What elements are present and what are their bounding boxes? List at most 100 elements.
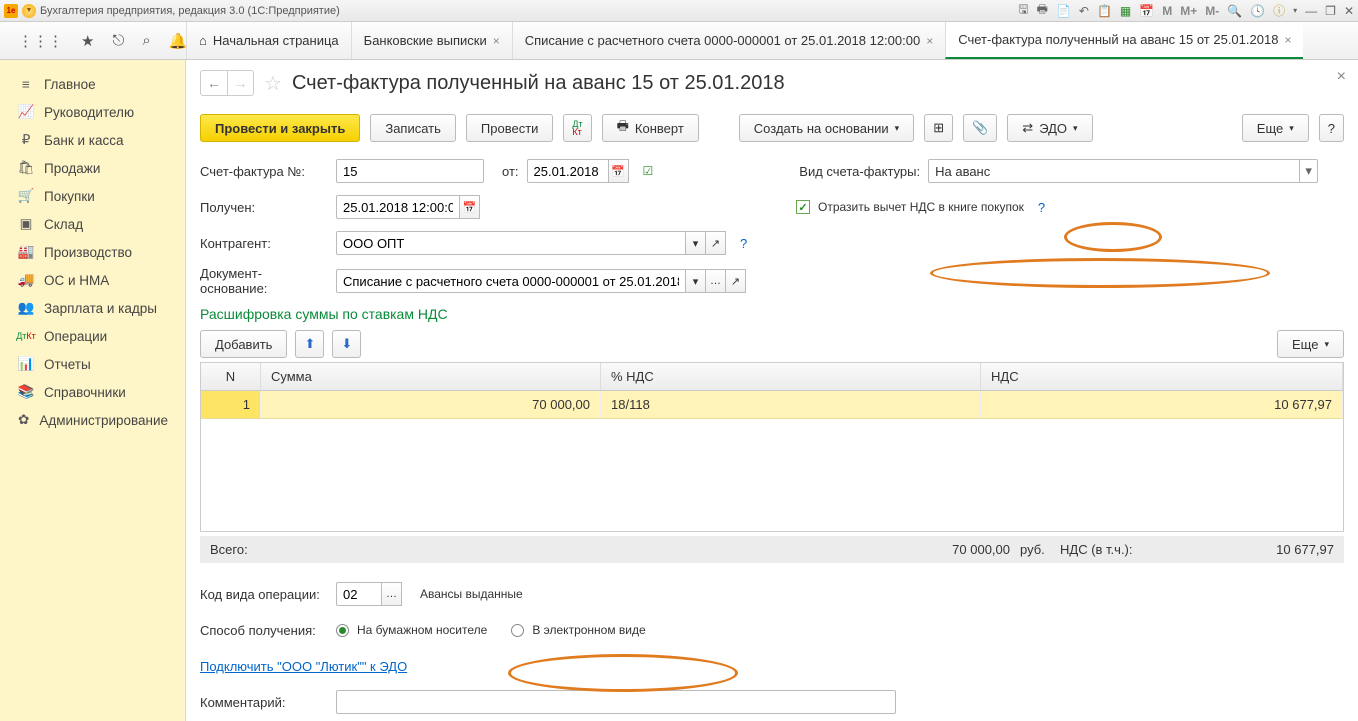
ellipsis-icon[interactable]: … <box>706 269 726 293</box>
ellipsis-icon[interactable]: … <box>382 582 402 606</box>
chevron-down-icon[interactable]: ▾ <box>686 269 706 293</box>
sidebar-item-operations[interactable]: ДтКтОперации <box>0 322 185 350</box>
radio-paper[interactable] <box>336 624 349 637</box>
calc-icon[interactable]: ▦ <box>1120 4 1131 18</box>
link-icon[interactable]: ⎋ <box>112 32 124 49</box>
col-sum[interactable]: Сумма <box>261 363 601 390</box>
app-logo: 1e <box>4 4 18 18</box>
back-icon[interactable]: ← <box>201 71 227 95</box>
calendar-icon[interactable]: 📅 <box>1139 4 1154 18</box>
chevron-down-icon[interactable]: ▾ <box>1299 160 1317 182</box>
help-button[interactable]: ? <box>1319 114 1344 142</box>
calendar-icon[interactable]: 📅 <box>460 195 480 219</box>
open-icon[interactable]: ↗ <box>706 231 726 255</box>
radio-electronic-label: В электронном виде <box>532 623 645 637</box>
received-input[interactable] <box>336 195 460 219</box>
button-label: Конверт <box>635 121 684 136</box>
sidebar-item-main[interactable]: ≡Главное <box>0 70 185 98</box>
app-menu-dropdown[interactable]: ▼ <box>22 4 36 18</box>
help-icon[interactable]: ? <box>1038 200 1045 215</box>
ruble-icon: ₽ <box>18 132 34 148</box>
tab-close-icon[interactable]: × <box>493 34 500 48</box>
sf-num-input[interactable] <box>336 159 484 183</box>
clock-icon[interactable]: 🕓 <box>1250 4 1265 18</box>
post-close-button[interactable]: Провести и закрыть <box>200 114 360 142</box>
print-icon[interactable]: 🖶 <box>1037 0 1048 21</box>
table-row[interactable]: 1 70 000,00 18/118 10 677,97 <box>201 391 1343 419</box>
sidebar-item-reports[interactable]: 📊Отчеты <box>0 350 185 378</box>
gear-icon: ✿ <box>18 412 29 428</box>
contragent-input[interactable] <box>336 231 686 255</box>
radio-electronic[interactable] <box>511 624 524 637</box>
dtct-button[interactable]: ДтКт <box>563 114 591 142</box>
add-row-button[interactable]: Добавить <box>200 330 287 358</box>
sidebar-item-warehouse[interactable]: ▣Склад <box>0 210 185 238</box>
tab-close-icon[interactable]: × <box>926 34 933 48</box>
cell-pct: 18/118 <box>601 391 981 418</box>
minimize-icon[interactable]: — <box>1305 4 1317 18</box>
sidebar-item-production[interactable]: 🏭Производство <box>0 238 185 266</box>
copy-icon[interactable]: 📋 <box>1097 4 1112 18</box>
forward-icon[interactable]: → <box>227 71 253 95</box>
sidebar-item-assets[interactable]: 🚚ОС и НМА <box>0 266 185 294</box>
save-icon[interactable]: 🖫 <box>1018 0 1028 21</box>
sidebar-item-purchases[interactable]: 🛒Покупки <box>0 182 185 210</box>
mplus-btn[interactable]: M+ <box>1180 4 1197 18</box>
write-button[interactable]: Записать <box>370 114 456 142</box>
sidebar-item-sales[interactable]: 🛍Продажи <box>0 154 185 182</box>
create-based-button[interactable]: Создать на основании▾ <box>739 114 914 142</box>
col-nds[interactable]: НДС <box>981 363 1343 390</box>
kvo-input[interactable] <box>336 582 382 606</box>
favorite-icon[interactable]: ☆ <box>264 71 282 96</box>
search-icon[interactable]: ⌕ <box>142 32 150 49</box>
comment-input[interactable] <box>336 690 896 714</box>
convert-button[interactable]: 🖶Конверт <box>602 114 699 142</box>
table-more-button[interactable]: Еще▾ <box>1277 330 1344 358</box>
zoom-icon[interactable]: 🔍 <box>1227 4 1242 18</box>
sidebar-item-manager[interactable]: 📈Руководителю <box>0 98 185 126</box>
sidebar-item-label: Покупки <box>44 189 95 204</box>
help-icon[interactable]: ? <box>740 236 747 251</box>
col-pct[interactable]: % НДС <box>601 363 981 390</box>
tab-bank-statements[interactable]: Банковские выписки× <box>351 22 512 59</box>
bell-icon[interactable]: 🔔 <box>169 32 188 50</box>
tab-close-icon[interactable]: × <box>1284 33 1291 47</box>
tab-invoice[interactable]: Счет-фактура полученный на аванс 15 от 2… <box>945 22 1303 59</box>
chevron-down-icon[interactable]: ▾ <box>1293 6 1297 15</box>
chevron-down-icon[interactable]: ▾ <box>686 231 706 255</box>
undo-icon[interactable]: ↶ <box>1079 4 1089 18</box>
nav-back-forward[interactable]: ←→ <box>200 70 254 96</box>
doc-icon[interactable]: 📄 <box>1056 4 1071 18</box>
sf-date-input[interactable] <box>527 159 609 183</box>
sidebar-item-bank[interactable]: ₽Банк и касса <box>0 126 185 154</box>
doc-basis-input[interactable] <box>336 269 686 293</box>
more-button[interactable]: Еще▾ <box>1242 114 1309 142</box>
calendar-icon[interactable]: 📅 <box>609 159 629 183</box>
sidebar-item-references[interactable]: 📚Справочники <box>0 378 185 406</box>
edo-button[interactable]: ⇄ЭДО▾ <box>1007 114 1092 142</box>
approve-icon[interactable]: ☑ <box>643 164 654 178</box>
col-n[interactable]: N <box>201 363 261 390</box>
star-icon[interactable]: ★ <box>81 32 94 50</box>
reflect-checkbox[interactable]: ✓ <box>796 200 810 214</box>
structure-button[interactable]: ⊞ <box>924 114 953 142</box>
people-icon: 👥 <box>18 300 34 316</box>
sidebar-item-admin[interactable]: ✿Администрирование <box>0 406 185 434</box>
vid-select[interactable]: На аванс▾ <box>928 159 1318 183</box>
sidebar-item-hr[interactable]: 👥Зарплата и кадры <box>0 294 185 322</box>
connect-edo-link[interactable]: Подключить "ООО "Лютик"" к ЭДО <box>200 659 407 674</box>
m-btn[interactable]: M <box>1162 4 1172 18</box>
apps-icon[interactable]: ⋮⋮⋮ <box>18 32 63 50</box>
attach-button[interactable]: 📎 <box>963 114 997 142</box>
info-icon[interactable]: ⓘ <box>1273 2 1285 19</box>
move-up-button[interactable]: ⬆ <box>295 330 324 358</box>
close-icon[interactable]: ✕ <box>1344 4 1354 18</box>
tab-payment[interactable]: Списание с расчетного счета 0000-000001 … <box>512 22 945 59</box>
page-close-icon[interactable]: × <box>1337 68 1346 86</box>
tab-home[interactable]: ⌂ Начальная страница <box>186 22 351 59</box>
open-icon[interactable]: ↗ <box>726 269 746 293</box>
restore-icon[interactable]: ❐ <box>1325 4 1336 18</box>
mminus-btn[interactable]: M- <box>1205 4 1219 18</box>
move-down-button[interactable]: ⬇ <box>332 330 361 358</box>
post-button[interactable]: Провести <box>466 114 554 142</box>
